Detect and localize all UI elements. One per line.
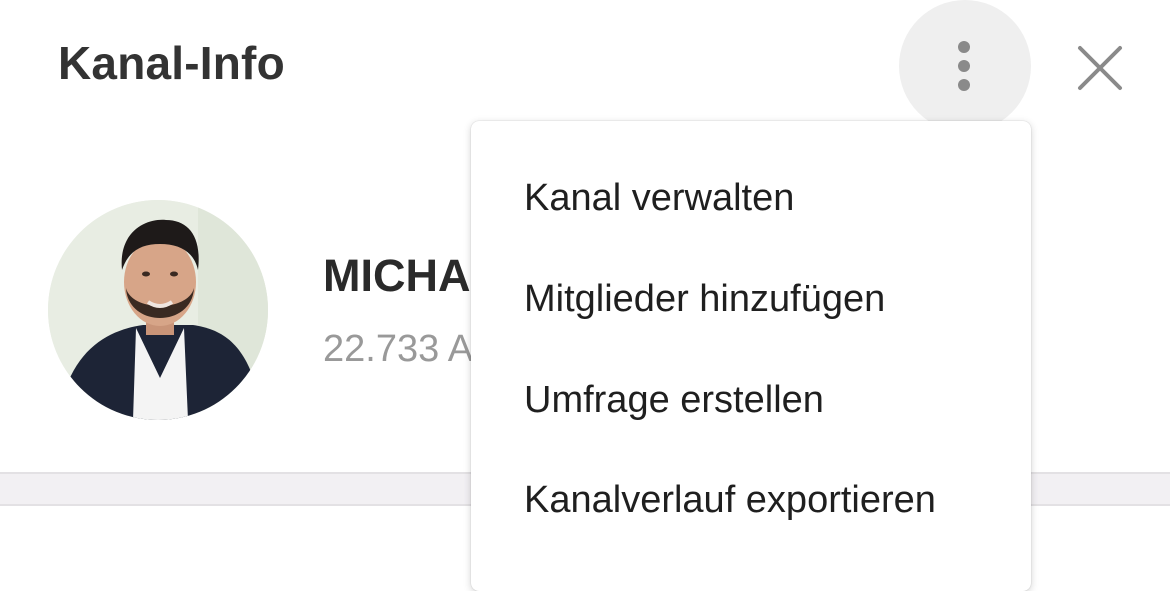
close-button[interactable] <box>1072 40 1128 96</box>
more-vertical-icon <box>958 41 970 53</box>
channel-name: MICHA <box>323 250 471 301</box>
page-title: Kanal-Info <box>58 37 285 89</box>
avatar[interactable] <box>48 200 268 420</box>
more-vertical-icon-dot <box>958 79 970 91</box>
more-vertical-icon-dot <box>958 60 970 72</box>
more-options-menu: Kanal verwalten Mitglieder hinzufügen Um… <box>471 121 1031 591</box>
close-icon <box>1078 46 1122 90</box>
menu-item-mitglieder-hinzufuegen[interactable]: Mitglieder hinzufügen <box>524 269 885 329</box>
menu-item-kanal-verwalten[interactable]: Kanal verwalten <box>524 168 794 228</box>
menu-item-umfrage-erstellen[interactable]: Umfrage erstellen <box>524 370 824 430</box>
channel-subscriber-count: 22.733 A <box>323 328 474 370</box>
profile-photo <box>48 200 268 420</box>
menu-item-kanalverlauf-exportieren[interactable]: Kanalverlauf exportieren <box>524 470 936 530</box>
more-options-button[interactable] <box>899 0 1031 132</box>
